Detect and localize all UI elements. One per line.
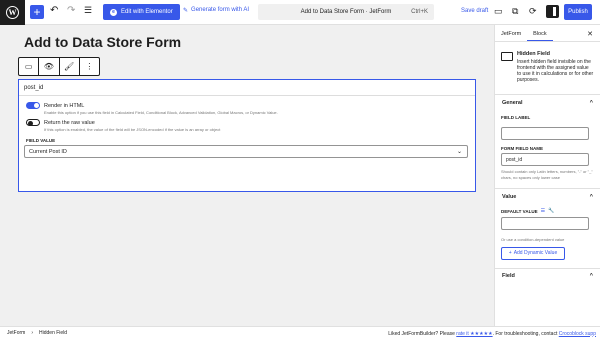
wrench-icon[interactable]: 🔧 (548, 208, 554, 214)
tab-block[interactable]: Block (527, 25, 553, 41)
plus-icon: + (508, 250, 512, 256)
edit-with-elementor-button[interactable]: e Edit with Elementor (103, 4, 180, 20)
feedback-prefix: Liked JetFormBuilder? Please (388, 330, 455, 337)
return-raw-label: Return the raw value (44, 119, 95, 126)
render-in-html-toggle[interactable] (26, 102, 40, 109)
magic-wand-icon: ✎ (183, 8, 189, 14)
eye-icon[interactable]: 👁 (39, 58, 60, 75)
general-panel-header[interactable]: General ^ (495, 94, 600, 110)
page-title[interactable]: Add to Data Store Form (24, 34, 181, 50)
elementor-icon: e (110, 8, 117, 16)
field-value-select[interactable]: Current Post ID ⌄ (24, 145, 468, 158)
sync-icon[interactable]: ⟳ (529, 6, 537, 17)
breadcrumb-hidden-field[interactable]: Hidden Field (39, 330, 67, 336)
close-icon[interactable]: ✕ (587, 30, 593, 38)
field-panel-header[interactable]: Field ^ (495, 267, 600, 284)
return-raw-help: If this option is enabled, the value of … (44, 127, 221, 132)
document-title: Add to Data Store Form · JetForm (300, 9, 392, 15)
condition-dependent-text: Or use a condition-dependent value (501, 237, 565, 242)
generate-form-ai-link[interactable]: ✎ Generate form with AI (183, 7, 249, 14)
block-card: Hidden Field Insert hidden field invisib… (495, 42, 600, 83)
default-value-input[interactable] (501, 217, 589, 230)
add-dynamic-value-button[interactable]: + Add Dynamic Value (501, 246, 565, 260)
database-icon[interactable]: ☰ (541, 208, 545, 214)
support-link[interactable]: Crocoblock supp (559, 331, 596, 337)
block-card-title: Hidden Field (517, 51, 550, 57)
elementor-label: Edit with Elementor (121, 9, 173, 15)
field-label-label: FIELD LABEL (501, 115, 531, 120)
chevron-up-icon: ^ (589, 193, 593, 200)
form-field-name-input[interactable]: post_id (501, 153, 589, 166)
hidden-field-block[interactable]: post_id Render in HTML Enable this optio… (18, 79, 476, 192)
footer-feedback: Liked JetFormBuilder? Please rate it ★★★… (388, 331, 596, 337)
chevron-down-icon: ⌄ (456, 149, 462, 155)
wordpress-logo-icon[interactable]: W (0, 0, 25, 25)
block-toolbar: ▭ 👁 🖌 ⋮ (18, 57, 100, 76)
breadcrumb-jetform[interactable]: JetForm (7, 330, 25, 336)
field-panel-title: Field (502, 273, 515, 279)
more-options-icon[interactable]: ⋮ (80, 58, 99, 75)
redo-icon[interactable]: ↷ (67, 5, 75, 16)
form-field-name-help: Should contain only Latin letters, numbe… (501, 169, 593, 180)
hidden-field-icon[interactable]: ▭ (19, 58, 40, 75)
chevron-up-icon: ^ (589, 273, 593, 279)
hidden-field-icon (501, 52, 513, 61)
feedback-mid: . For troubleshooting, contact (492, 330, 558, 337)
command-palette-bar[interactable]: Add to Data Store Form · JetForm Ctrl+K (258, 4, 434, 20)
tab-jetform[interactable]: JetForm (495, 25, 527, 41)
editor-canvas: Add to Data Store Form ▭ 👁 🖌 ⋮ post_id R… (0, 25, 494, 326)
add-dynamic-label: Add Dynamic Value (513, 250, 558, 256)
field-value-selected: Current Post ID (29, 148, 67, 155)
render-in-html-help: Enable this option if you use this field… (44, 110, 278, 115)
save-draft-button[interactable]: Save draft (461, 8, 488, 14)
editor-footer: JetForm › Hidden Field Liked JetFormBuil… (0, 326, 600, 339)
publish-button[interactable]: Publish (564, 4, 592, 20)
value-panel-header[interactable]: Value ^ (495, 188, 600, 204)
settings-toggle-icon[interactable] (546, 5, 559, 18)
field-label-input[interactable] (501, 127, 589, 140)
rate-it-link[interactable]: rate it ★★★★★ (456, 331, 492, 337)
field-value-label: FIELD VALUE (26, 138, 56, 143)
default-value-row: DEFAULT VALUE ☰ 🔧 (501, 208, 600, 214)
return-raw-toggle[interactable] (26, 119, 40, 126)
form-field-name-label: FORM FIELD NAME (501, 146, 543, 151)
breadcrumb-separator: › (31, 330, 34, 336)
render-in-html-label: Render in HTML (44, 102, 85, 109)
general-panel-title: General (502, 99, 523, 106)
sidebar-tabs: JetForm Block ✕ (495, 25, 600, 42)
external-preview-icon[interactable]: ⧉ (512, 6, 518, 17)
shortcut-hint: Ctrl+K (411, 9, 428, 15)
add-block-button[interactable]: + (30, 5, 44, 19)
return-raw-toggle-row[interactable]: Return the raw value (26, 119, 475, 126)
brush-icon[interactable]: 🖌 (60, 58, 80, 75)
undo-icon[interactable]: ↶ (50, 5, 58, 16)
view-icon[interactable]: ▭ (494, 6, 503, 17)
list-view-icon[interactable]: ☰ (84, 5, 92, 16)
default-value-label: DEFAULT VALUE (501, 208, 538, 214)
render-in-html-toggle-row[interactable]: Render in HTML (26, 102, 475, 109)
block-card-description: Insert hidden field invisible on the fro… (517, 59, 594, 83)
chevron-up-icon: ^ (589, 99, 593, 106)
settings-sidebar: JetForm Block ✕ Hidden Field Insert hidd… (494, 25, 600, 326)
block-field-name[interactable]: post_id (19, 80, 475, 96)
value-panel-title: Value (502, 193, 517, 200)
editor-top-bar: W + ↶ ↷ ☰ e Edit with Elementor ✎ Genera… (0, 0, 600, 25)
ai-label: Generate form with AI (191, 7, 250, 13)
